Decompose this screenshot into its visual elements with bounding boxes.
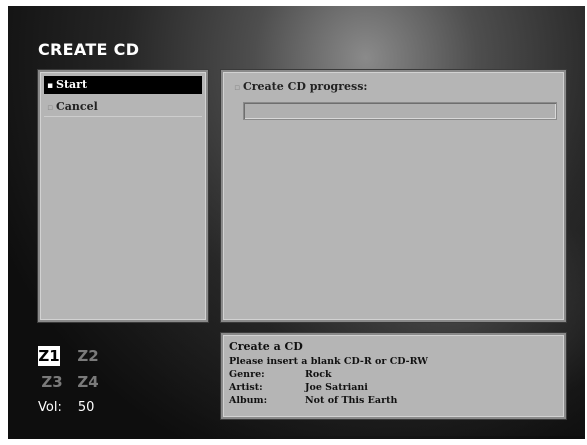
progress-bar	[243, 102, 557, 120]
zone-z3-button[interactable]: Z3	[38, 372, 66, 392]
menu-item-label: Cancel	[56, 100, 98, 113]
info-title: Create a CD	[229, 340, 303, 353]
progress-label: Create CD progress:	[243, 80, 368, 93]
genre-label: Genre:	[229, 369, 265, 380]
volume-readout: Vol: 50	[38, 400, 94, 415]
artist-value: Joe Satriani	[305, 382, 368, 393]
info-genre-row: Genre: Rock	[229, 369, 332, 380]
artist-label: Artist:	[229, 382, 263, 393]
menu-panel: ▪ Start ▫ Cancel	[38, 70, 208, 322]
volume-label: Vol:	[38, 400, 62, 415]
info-message: Please insert a blank CD-R or CD-RW	[229, 356, 428, 367]
bullet-icon: ▫	[46, 103, 54, 113]
zone-z4-button[interactable]: Z4	[74, 372, 102, 392]
zone-z2-button[interactable]: Z2	[74, 346, 102, 366]
zone-z1-button[interactable]: Z1	[38, 346, 60, 366]
progress-heading: ▫ Create CD progress:	[231, 80, 368, 93]
info-panel: Create a CD Please insert a blank CD-R o…	[221, 333, 566, 419]
info-artist-row: Artist: Joe Satriani	[229, 382, 368, 393]
bullet-icon: ▫	[233, 83, 241, 93]
progress-panel: ▫ Create CD progress:	[221, 70, 566, 322]
menu-item-cancel[interactable]: ▫ Cancel	[44, 98, 202, 117]
bullet-icon: ▪	[46, 81, 54, 91]
menu-item-start[interactable]: ▪ Start	[44, 76, 202, 94]
genre-value: Rock	[305, 369, 332, 380]
album-value: Not of This Earth	[305, 395, 398, 406]
info-album-row: Album: Not of This Earth	[229, 395, 397, 406]
page-title: CREATE CD	[38, 40, 140, 59]
menu-item-label: Start	[56, 78, 88, 91]
album-label: Album:	[229, 395, 268, 406]
volume-value: 50	[77, 400, 95, 415]
screen-background: CREATE CD ▪ Start ▫ Cancel ▫ Create CD prog…	[8, 6, 585, 439]
